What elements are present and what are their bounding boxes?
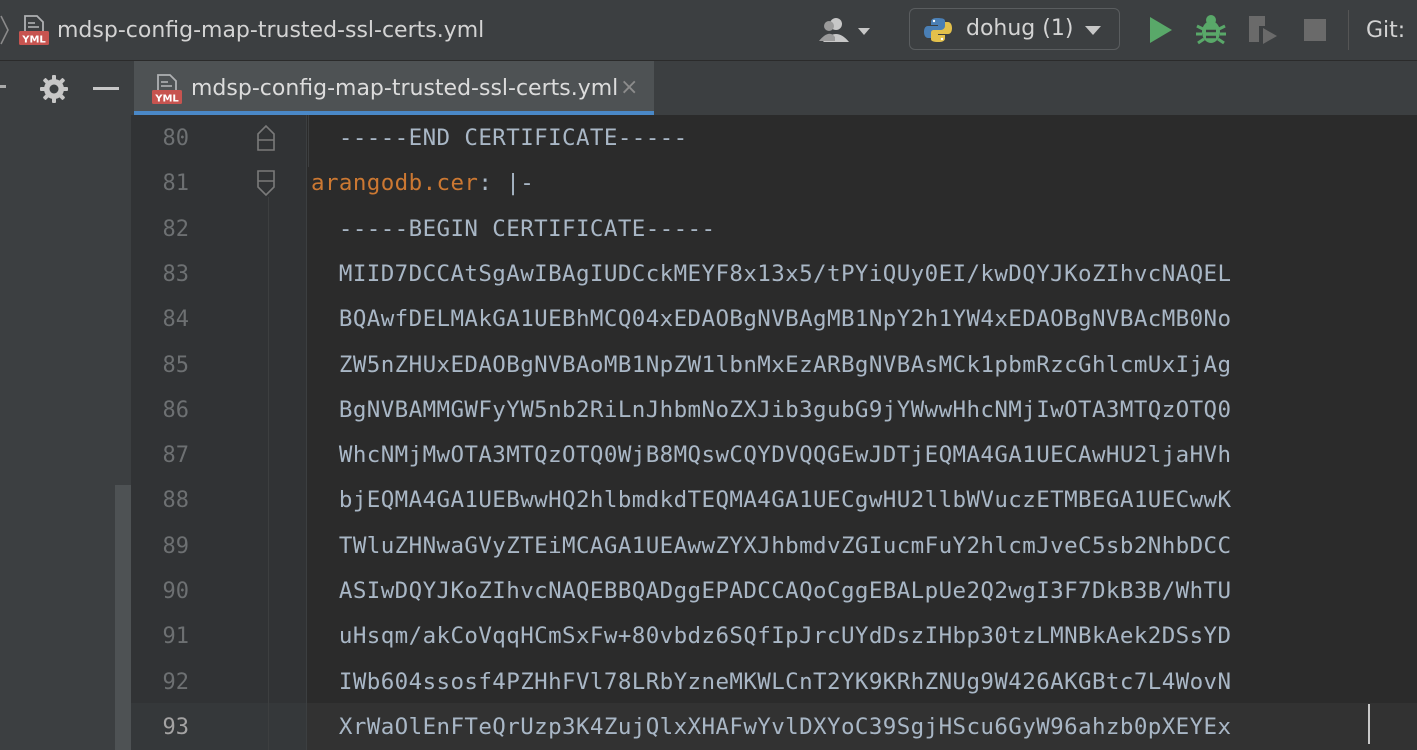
code-text: bjEQMA4GA1UEBwwHQ2hlbmdkdTEQMA4GA1UECgwH… [311, 487, 1232, 514]
code-line: 85 ZW5nZHUxEDAOBgNVBAoMB1NpZW1lbnMxEzARB… [131, 343, 1417, 388]
debug-bug-icon[interactable] [1193, 12, 1229, 48]
yaml-value: : |- [478, 170, 535, 197]
code-text: ASIwDQYJKoZIhvcNAQEBBQADggEPADCCAQoCggEB… [311, 578, 1232, 604]
line-number: 93 [162, 714, 190, 740]
code-text: MIID7DCCAtSgAwIBAgIUDCckMEYF8x13x5/tPYiQ… [311, 260, 1232, 287]
navigation-bar: YML mdsp-config-map-trusted-ssl-certs.ym… [0, 0, 1417, 61]
editor-tab-strip: YML mdsp-config-map-trusted-ssl-certs.ym… [134, 61, 1417, 115]
line-number: 82 [162, 216, 190, 242]
code-line: 90 ASIwDQYJKoZIhvcNAQEBBQADggEPADCCAQoCg… [131, 569, 1417, 614]
line-number: 85 [162, 352, 190, 378]
indent-guide [268, 197, 269, 750]
svg-text:YML: YML [154, 94, 179, 105]
code-line: 87 WhcNMjMwOTA3MTQzOTQ0WjB8MQswCQYDVQQGE… [131, 433, 1417, 478]
code-line: 82 -----BEGIN CERTIFICATE----- [131, 207, 1417, 252]
code-text: IWb604ssosf4PZHhFVl78LRbYzneMKWLCnT2YK9K… [311, 668, 1232, 695]
yml-file-icon: YML [19, 15, 49, 46]
line-number: 90 [162, 579, 190, 604]
breadcrumb-chevron-icon [0, 15, 9, 45]
code-text: arangodb.cer: |- [311, 161, 534, 206]
line-number: 83 [162, 261, 190, 287]
line-number: 86 [162, 397, 190, 423]
line-number: 81 [162, 171, 190, 197]
code-text: XrWaOlEnFTeQrUzp3K4ZujQlxXHAFwYvlDXYoC39… [311, 713, 1232, 740]
code-line: 93 XrWaOlEnFTeQrUzp3K4ZujQlxXHAFwYvlDXYo… [131, 705, 1417, 750]
line-number: 87 [162, 443, 190, 469]
editor-tab[interactable]: YML mdsp-config-map-trusted-ssl-certs.ym… [134, 61, 654, 115]
line-number: 89 [162, 533, 190, 559]
python-icon [924, 18, 952, 42]
gear-icon[interactable] [38, 73, 70, 105]
code-text: BQAwfDELMAkGA1UEBhMCQ04xEDAOBgNVBAgMB1Np… [311, 306, 1232, 333]
line-number: 88 [162, 488, 190, 514]
tool-window-header [0, 61, 134, 115]
svg-text:YML: YML [21, 35, 46, 46]
yaml-key: arangodb.cer [311, 170, 479, 197]
toolbar-separator [1348, 10, 1349, 50]
chevron-down-icon [1085, 26, 1101, 35]
code-text: -----END CERTIFICATE----- [311, 125, 688, 151]
fold-start-icon[interactable] [255, 169, 277, 197]
run-config-label: dohug (1) [966, 16, 1074, 41]
side-panel-scrollbar[interactable] [115, 485, 131, 750]
user-icon[interactable] [818, 14, 876, 48]
git-label[interactable]: Git: [1366, 16, 1405, 46]
minus-icon[interactable] [93, 87, 119, 90]
run-icon[interactable] [1142, 12, 1178, 48]
code-editor[interactable]: 80 -----END CERTIFICATE----- 81 arangodb.c… [131, 115, 1417, 750]
run-configuration-selector[interactable]: dohug (1) [909, 8, 1120, 50]
line-number: 84 [162, 307, 190, 333]
close-icon[interactable]: × [620, 75, 638, 101]
stop-icon[interactable] [1297, 12, 1333, 48]
tab-label: mdsp-config-map-trusted-ssl-certs.yml [191, 76, 619, 101]
code-line: 80 -----END CERTIFICATE----- [131, 116, 1417, 161]
code-line: 91 uHsqm/akCoVqqHCmSxFw+80vbdz6SQfIpJrcU… [131, 614, 1417, 659]
code-line: 83 MIID7DCCAtSgAwIBAgIUDCckMEYF8x13x5/tP… [131, 252, 1417, 297]
code-line: 88 bjEQMA4GA1UEBwwHQ2hlbmdkdTEQMA4GA1UEC… [131, 478, 1417, 523]
tool-window-edge [0, 85, 6, 88]
breadcrumb-file-name[interactable]: mdsp-config-map-trusted-ssl-certs.yml [57, 16, 484, 46]
indent-guide [308, 115, 309, 167]
project-tool-window [0, 115, 131, 750]
code-text: WhcNMjMwOTA3MTQzOTQ0WjB8MQswCQYDVQQGEwJD… [311, 442, 1232, 469]
fold-end-icon[interactable] [255, 124, 277, 152]
line-number: 92 [162, 669, 190, 695]
code-line: 92 IWb604ssosf4PZHhFVl78LRbYzneMKWLCnT2Y… [131, 660, 1417, 705]
code-line: 89 TWluZHNwaGVyZTEiMCAGA1UEAwwZYXJhbmdvZ… [131, 524, 1417, 569]
code-text: TWluZHNwaGVyZTEiMCAGA1UEAwwZYXJhbmdvZGIu… [311, 532, 1232, 559]
line-number: 91 [162, 624, 190, 650]
code-text: uHsqm/akCoVqqHCmSxFw+80vbdz6SQfIpJrcUYdD… [311, 623, 1232, 650]
run-with-coverage-icon[interactable] [1244, 12, 1280, 48]
code-text: BgNVBAMMGWFyYW5nb2RiLnJhbmNoZXJib3gubG9j… [311, 396, 1232, 423]
code-line: 86 BgNVBAMMGWFyYW5nb2RiLnJhbmNoZXJib3gub… [131, 388, 1417, 433]
code-line: 84 BQAwfDELMAkGA1UEBhMCQ04xEDAOBgNVBAgMB… [131, 297, 1417, 342]
code-text: -----BEGIN CERTIFICATE----- [311, 215, 716, 242]
code-line: 81 arangodb.cer: |- [131, 161, 1417, 206]
text-caret [1368, 704, 1370, 744]
line-number: 80 [162, 126, 190, 151]
code-text: ZW5nZHUxEDAOBgNVBAoMB1NpZW1lbnMxEzARBgNV… [311, 351, 1232, 378]
yml-file-icon: YML [152, 74, 182, 105]
